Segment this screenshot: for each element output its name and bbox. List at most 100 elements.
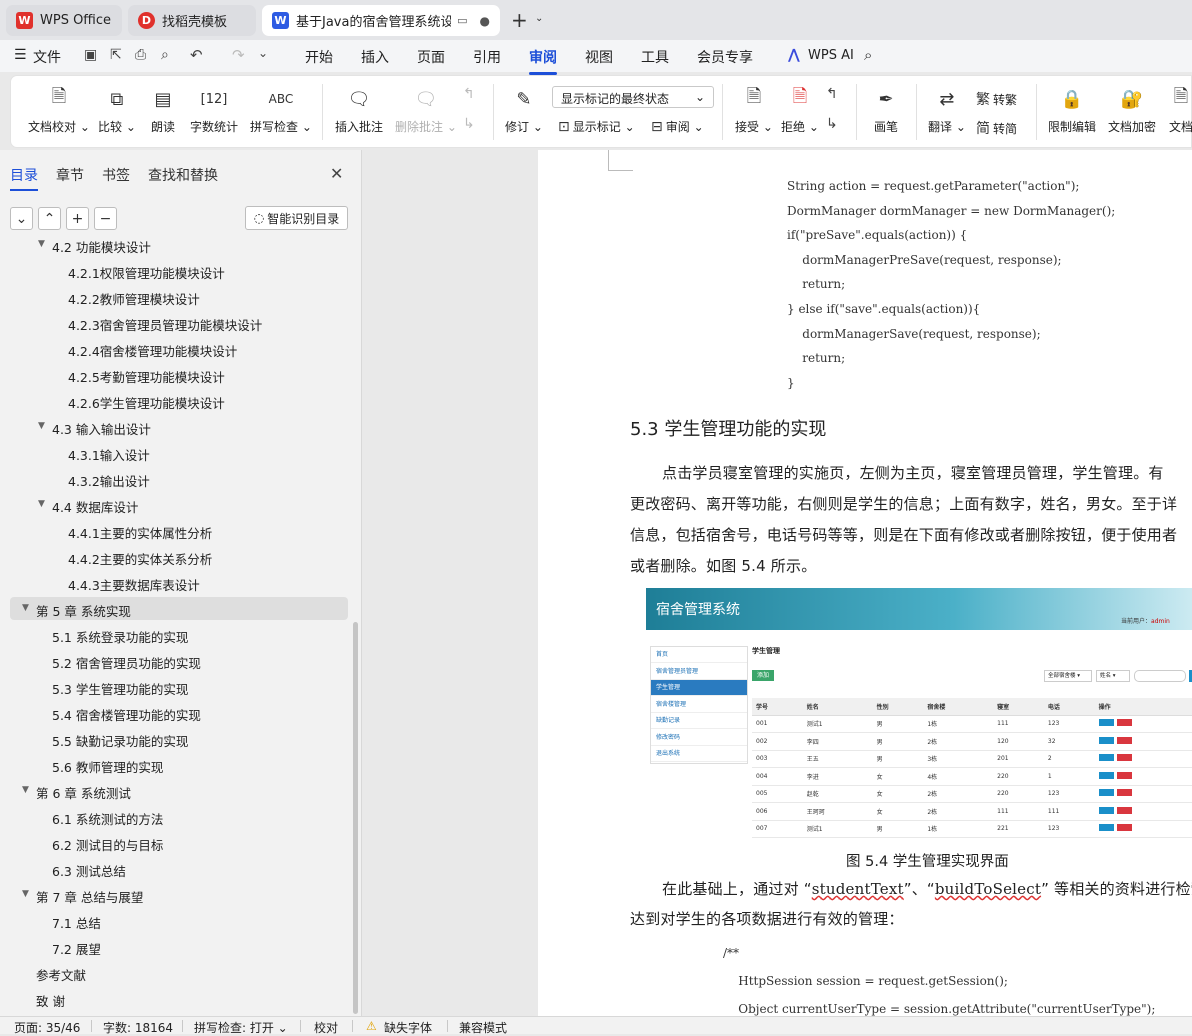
export-icon[interactable]: ⇱: [110, 47, 122, 63]
expand-triangle-icon[interactable]: ▼: [22, 785, 29, 795]
app-search-input[interactable]: [1134, 670, 1186, 682]
hamburger-icon[interactable]: ☰: [14, 47, 27, 63]
delete-button[interactable]: [1116, 806, 1132, 814]
print-icon[interactable]: ⎙: [135, 47, 146, 63]
toc-item[interactable]: ▼ 4.4 数据库设计: [10, 493, 348, 516]
unsaved-dot-icon[interactable]: ●: [480, 14, 490, 28]
tab-document[interactable]: W 基于Java的宿舍管理系统设计与 ▭ ●: [262, 5, 500, 36]
menu-view[interactable]: 视图: [585, 47, 613, 67]
toc-item[interactable]: 4.4.2主要的实体关系分析: [10, 545, 348, 568]
edit-button[interactable]: [1098, 789, 1114, 797]
dorm-filter-select[interactable]: 全部宿舍楼 ▾: [1044, 670, 1092, 682]
toc-item[interactable]: 5.4 宿舍楼管理功能的实现: [10, 701, 348, 724]
toc-item[interactable]: 6.3 测试总结: [10, 857, 348, 880]
spell-check-button[interactable]: ABC 拼写检查 ⌄: [250, 86, 312, 135]
close-icon[interactable]: ✕: [330, 164, 343, 183]
app-menu-item[interactable]: 宿舍管理员管理: [651, 664, 747, 680]
menu-review[interactable]: 审阅: [529, 47, 557, 75]
toc-item[interactable]: 4.2.5考勤管理功能模块设计: [10, 363, 348, 386]
toc-item[interactable]: 4.2.1权限管理功能模块设计: [10, 259, 348, 282]
toc-item[interactable]: ▼ 第 7 章 总结与展望: [10, 883, 348, 906]
expand-triangle-icon[interactable]: ▼: [38, 499, 45, 509]
edit-button[interactable]: [1098, 824, 1114, 832]
save-icon[interactable]: ▣: [84, 47, 97, 63]
toc-item[interactable]: ▼ 第 6 章 系统测试: [10, 779, 348, 802]
nav-tab-find-replace[interactable]: 查找和替换: [148, 165, 218, 185]
window-icon[interactable]: ▭: [457, 14, 467, 27]
tab-wps-office[interactable]: W WPS Office: [6, 5, 122, 36]
compat-mode-status[interactable]: 兼容模式: [459, 1019, 507, 1036]
edit-button[interactable]: [1098, 736, 1114, 744]
edit-button[interactable]: [1098, 719, 1114, 727]
menu-insert[interactable]: 插入: [361, 47, 389, 67]
print-preview-icon[interactable]: ⌕: [161, 47, 169, 63]
markup-mode-select[interactable]: 显示标记的最终状态 ⌄: [552, 86, 714, 108]
app-menu-item[interactable]: 宿舍楼管理: [651, 697, 747, 713]
restrict-edit-button[interactable]: 🔒 限制编辑: [1048, 86, 1096, 135]
nav-tab-toc[interactable]: 目录: [10, 165, 38, 191]
toc-item[interactable]: 4.2.2教师管理模块设计: [10, 285, 348, 308]
delete-button[interactable]: [1116, 719, 1132, 727]
toc-item[interactable]: 6.2 测试目的与目标: [10, 831, 348, 854]
nav-tab-chapters[interactable]: 章节: [56, 165, 84, 185]
delete-comment-button[interactable]: 🗨 删除批注 ⌄: [395, 86, 457, 135]
delete-button[interactable]: [1116, 736, 1132, 744]
to-simplified-button[interactable]: 简 转简: [976, 118, 1017, 138]
app-menu-item[interactable]: 缺勤记录: [651, 713, 747, 729]
search-icon[interactable]: ⌕: [864, 46, 872, 64]
add-student-button[interactable]: 添加: [752, 670, 774, 681]
reject-button[interactable]: 🗎 拒绝 ⌄: [781, 86, 819, 135]
prev-comment-icon[interactable]: ↰: [463, 86, 475, 102]
edit-button[interactable]: [1098, 806, 1114, 814]
revise-button[interactable]: ✎ 修订 ⌄: [505, 86, 543, 135]
toc-item[interactable]: 4.3.2输出设计: [10, 467, 348, 490]
toc-item[interactable]: 7.1 总结: [10, 909, 348, 932]
toc-item[interactable]: 4.4.3主要数据库表设计: [10, 571, 348, 594]
review-pane-button[interactable]: ⊟ 审阅 ⌄: [651, 118, 704, 135]
tab-docer-templates[interactable]: D 找稻壳模板: [128, 5, 256, 36]
collapse-all-button[interactable]: ⌄: [10, 207, 33, 230]
page-indicator[interactable]: 页面: 35/46: [14, 1019, 80, 1036]
menu-tools[interactable]: 工具: [641, 47, 669, 67]
toc-item[interactable]: 5.1 系统登录功能的实现: [10, 623, 348, 646]
toc-item[interactable]: ▼ 4.3 输入输出设计: [10, 415, 348, 438]
toc-item[interactable]: ▼ 第 5 章 系统实现: [10, 597, 348, 620]
missing-font-status[interactable]: 缺失字体: [384, 1019, 432, 1036]
toc-item[interactable]: 4.2.3宿舍管理员管理功能模块设计: [10, 311, 348, 334]
app-menu-item[interactable]: 退出系统: [651, 746, 747, 762]
pen-button[interactable]: ✒ 画笔: [873, 86, 899, 135]
undo-icon[interactable]: ↶: [190, 46, 203, 64]
translate-button[interactable]: ⇄ 翻译 ⌄: [928, 86, 966, 135]
doc-proof-button[interactable]: 🗎 文档校对 ⌄: [28, 86, 90, 135]
toc-item[interactable]: ▼ 4.2 功能模块设计: [10, 240, 348, 256]
toc-item[interactable]: 6.1 系统测试的方法: [10, 805, 348, 828]
delete-button[interactable]: [1116, 771, 1132, 779]
toc-item[interactable]: 4.3.1输入设计: [10, 441, 348, 464]
remove-heading-button[interactable]: −: [94, 207, 117, 230]
expand-triangle-icon[interactable]: ▼: [22, 603, 29, 613]
toc-item[interactable]: 4.2.4宿舍楼管理功能模块设计: [10, 337, 348, 360]
insert-comment-button[interactable]: 🗨 插入批注: [335, 86, 383, 135]
delete-button[interactable]: [1116, 754, 1132, 762]
menu-home[interactable]: 开始: [305, 47, 333, 67]
delete-button[interactable]: [1116, 824, 1132, 832]
toc-scrollbar[interactable]: [353, 622, 358, 1014]
toc-item[interactable]: 致 谢: [10, 987, 348, 1010]
new-tab-button[interactable]: +: [511, 8, 528, 32]
spell-check-status[interactable]: 拼写检查: 打开 ⌄: [194, 1019, 288, 1036]
app-menu-item[interactable]: 修改密码: [651, 730, 747, 746]
toc-item[interactable]: 4.4.1主要的实体属性分析: [10, 519, 348, 542]
accept-button[interactable]: 🗎 接受 ⌄: [735, 86, 773, 135]
proof-status[interactable]: 校对: [314, 1019, 338, 1036]
show-markup-button[interactable]: ⊡ 显示标记 ⌄: [558, 118, 635, 135]
toc-item[interactable]: 参考文献: [10, 961, 348, 984]
doc-more-button[interactable]: 🗎 文档: [1168, 86, 1192, 135]
nav-tab-bookmarks[interactable]: 书签: [102, 165, 130, 185]
menu-wps-ai[interactable]: WPS AI: [808, 48, 854, 63]
read-aloud-button[interactable]: ▤ 朗读: [150, 86, 176, 135]
menu-vip[interactable]: 会员专享: [697, 47, 753, 67]
prev-change-icon[interactable]: ↰: [826, 86, 838, 102]
word-count-status[interactable]: 字数: 18164: [103, 1019, 173, 1036]
edit-button[interactable]: [1098, 754, 1114, 762]
app-menu-item[interactable]: 首页: [651, 647, 747, 663]
